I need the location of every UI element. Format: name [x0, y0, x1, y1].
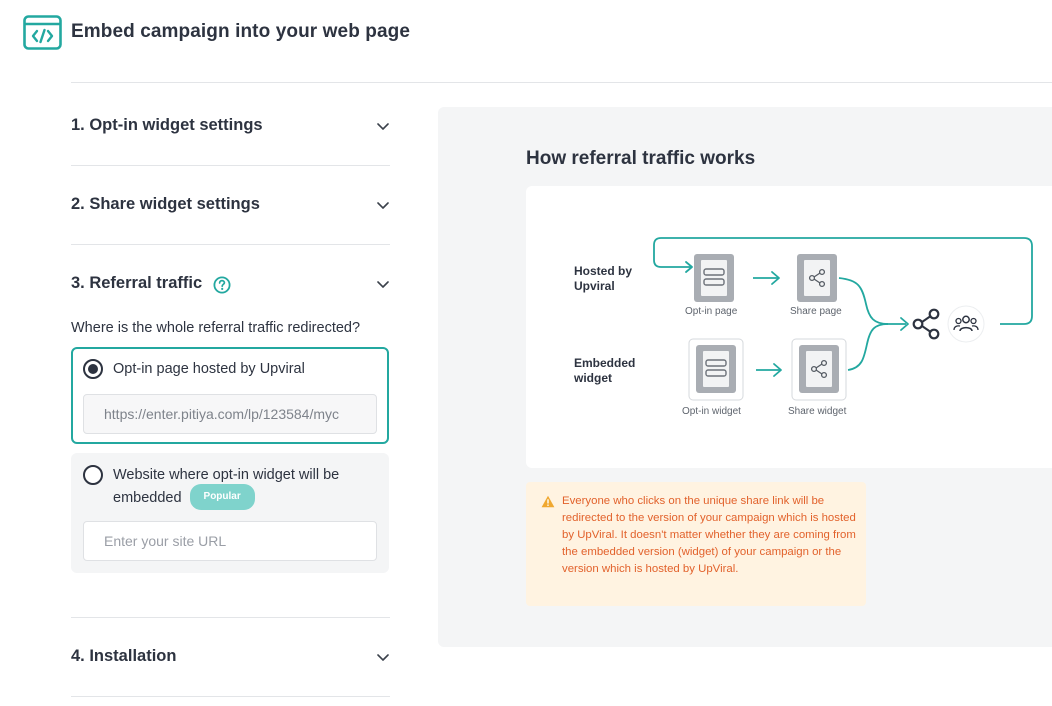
section-title: 2. Share widget settings — [71, 195, 260, 213]
chevron-down-icon — [377, 654, 389, 661]
popular-badge: Popular — [189, 484, 255, 510]
merge-connector — [838, 277, 889, 325]
radio-opt-in-page-hosted[interactable] — [83, 359, 103, 379]
diagram-caption: Opt-in page — [685, 306, 738, 317]
section-referral-traffic[interactable]: 3. Referral traffic — [71, 274, 390, 298]
users-icon — [947, 305, 985, 343]
section-divider — [71, 165, 390, 166]
option-label-line2: embedded Popular — [113, 484, 255, 511]
option-label-cont: embedded — [113, 489, 182, 506]
help-circle-icon[interactable] — [213, 276, 231, 294]
layout-page-icon — [694, 254, 734, 302]
page-title: Embed campaign into your web page — [71, 21, 411, 42]
chevron-down-icon — [377, 202, 389, 209]
code-window-icon — [23, 15, 62, 50]
section-share-widget-settings[interactable]: 2. Share widget settings — [71, 195, 390, 219]
radio-website-embedded[interactable] — [83, 465, 103, 485]
share-icon — [912, 308, 940, 340]
warning-icon — [541, 495, 555, 508]
layout-widget-icon — [688, 338, 744, 401]
header-divider — [71, 82, 1052, 83]
diagram-caption: Share page — [790, 306, 842, 317]
referral-question: Where is the whole referral traffic redi… — [71, 320, 361, 336]
diagram-caption: Share widget — [788, 406, 847, 417]
merge-connector — [847, 323, 889, 371]
referral-flow-diagram — [653, 237, 1033, 401]
page-header: Embed campaign into your web page — [0, 0, 1052, 82]
hosted-page-url-input[interactable] — [83, 394, 377, 434]
arrow-right-icon — [756, 363, 782, 377]
section-divider — [71, 696, 390, 697]
share-page-icon — [797, 254, 837, 302]
section-divider — [71, 617, 390, 618]
section-title: 3. Referral traffic — [71, 274, 203, 292]
section-opt-in-widget-settings[interactable]: 1. Opt-in widget settings — [71, 116, 390, 140]
warning-notice: Everyone who clicks on the unique share … — [526, 482, 866, 606]
panel-title: How referral traffic works — [526, 148, 756, 169]
section-title: 4. Installation — [71, 647, 177, 665]
arrow-right-icon — [753, 271, 780, 285]
section-installation[interactable]: 4. Installation — [71, 647, 390, 671]
share-widget-icon — [791, 338, 847, 401]
section-title: 1. Opt-in widget settings — [71, 116, 263, 134]
site-url-input[interactable] — [83, 521, 377, 561]
option-label: Website where opt-in widget will be — [113, 467, 340, 483]
section-divider — [71, 244, 390, 245]
chevron-down-icon — [377, 281, 389, 288]
option-label: Opt-in page hosted by Upviral — [113, 361, 305, 377]
diagram-caption: Opt-in widget — [682, 406, 741, 417]
warning-text: Everyone who clicks on the unique share … — [562, 495, 856, 575]
chevron-down-icon — [377, 123, 389, 130]
